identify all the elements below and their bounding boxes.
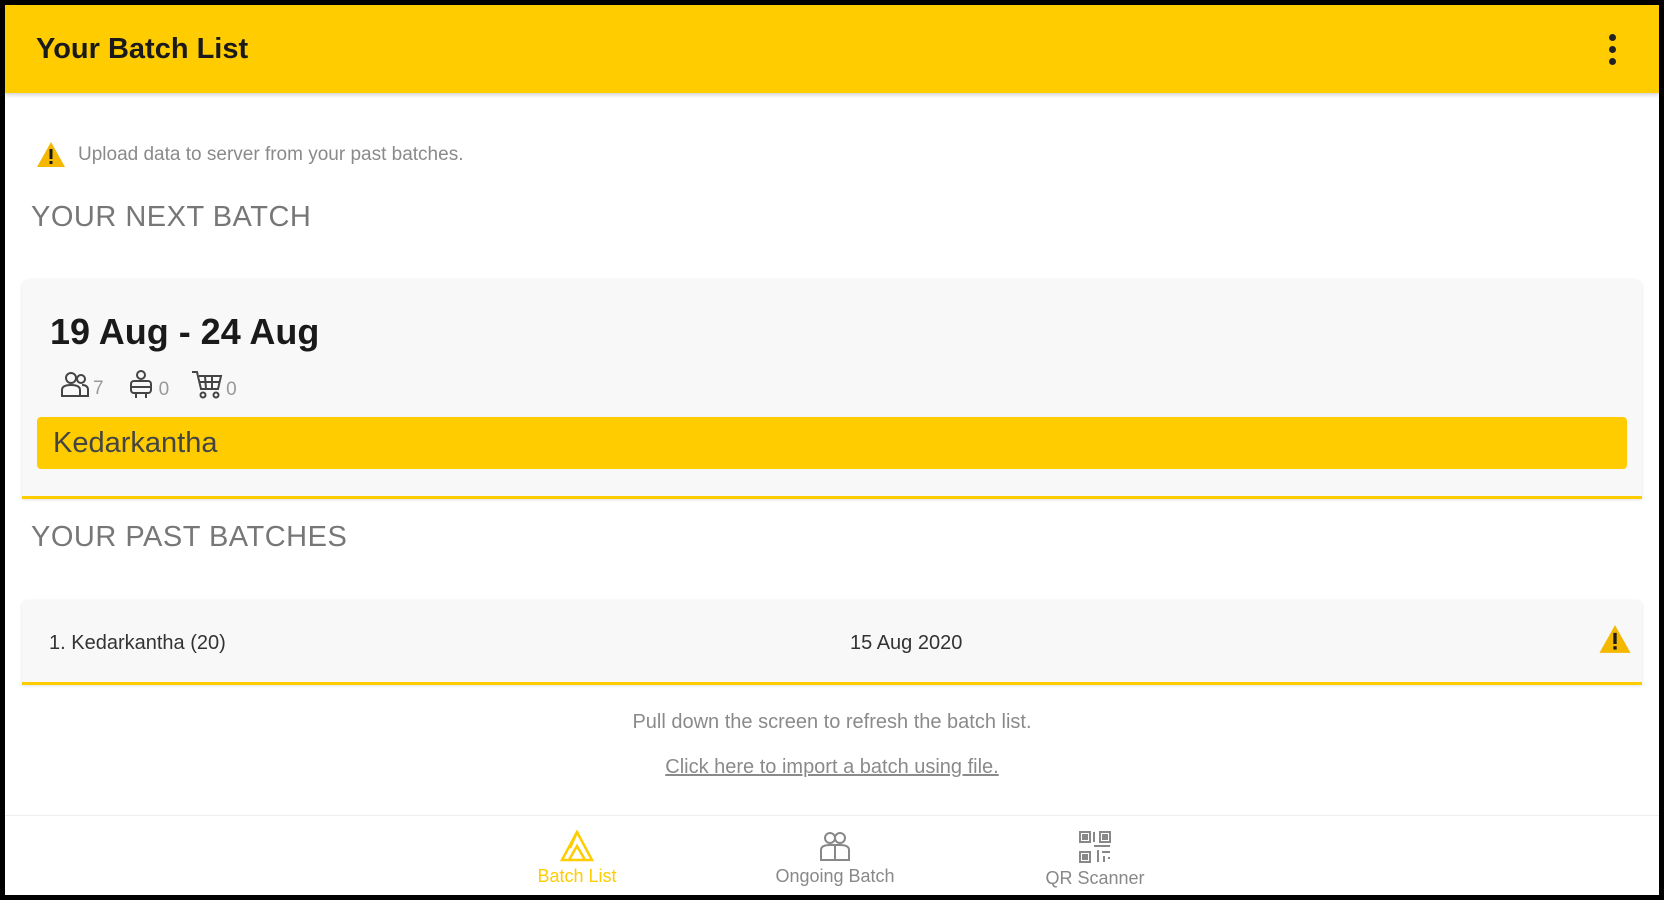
nav-qr-scanner[interactable]: QR Scanner (995, 830, 1195, 889)
qr-code-icon (1079, 831, 1111, 863)
past-batches-heading: YOUR PAST BATCHES (31, 521, 348, 553)
nav-ongoing-batch[interactable]: Ongoing Batch (735, 830, 935, 887)
nav-label: Ongoing Batch (775, 866, 895, 886)
past-batch-row[interactable]: 1. Kedarkantha (20) 15 Aug 2020 (22, 600, 1642, 685)
menu-dot (1608, 57, 1616, 65)
menu-dot (1608, 33, 1616, 41)
staff-stat: 0 (126, 369, 170, 400)
import-batch-link[interactable]: Click here to import a batch using file. (5, 756, 1659, 779)
app-screen: Your Batch List Upload data to server fr… (5, 5, 1659, 895)
warning-icon (1599, 625, 1631, 653)
nav-label: QR Scanner (1045, 868, 1145, 888)
staff-count: 0 (158, 379, 170, 400)
group-icon (820, 832, 850, 861)
trek-name-bar: Kedarkantha (37, 417, 1627, 469)
app-bar: Your Batch List (5, 5, 1659, 93)
trek-name: Kedarkantha (53, 426, 218, 459)
refresh-hint: Pull down the screen to refresh the batc… (632, 711, 1032, 733)
participants-count: 7 (93, 378, 104, 399)
cart-stat: 0 (191, 369, 237, 399)
nav-batch-list[interactable]: Batch List (477, 830, 677, 887)
warning-text: Upload data to server from your past bat… (78, 143, 464, 165)
upload-warning: Upload data to server from your past bat… (36, 141, 463, 168)
staff-icon (129, 370, 152, 398)
batch-dates: 19 Aug - 24 Aug (50, 311, 320, 352)
warning-icon (37, 142, 65, 167)
overflow-menu-button[interactable] (1595, 29, 1629, 69)
past-batch-date: 15 Aug 2020 (850, 632, 963, 654)
cart-count: 0 (226, 379, 237, 400)
next-batch-card[interactable]: 19 Aug - 24 Aug 7 0 0 Kedarkantha (22, 279, 1642, 499)
participants-stat: 7 (60, 370, 104, 398)
past-batch-name: 1. Kedarkantha (20) (49, 632, 226, 654)
batch-stats: 7 0 0 (60, 369, 237, 399)
page-title: Your Batch List (36, 32, 249, 65)
cart-icon (192, 371, 223, 399)
nav-label: Batch List (537, 866, 617, 886)
people-icon (61, 372, 89, 397)
bottom-navigation: Batch List Ongoing Batch QR Scanner (5, 815, 1659, 895)
menu-dot (1608, 45, 1616, 53)
next-batch-heading: YOUR NEXT BATCH (31, 201, 312, 233)
tent-icon (560, 830, 594, 862)
